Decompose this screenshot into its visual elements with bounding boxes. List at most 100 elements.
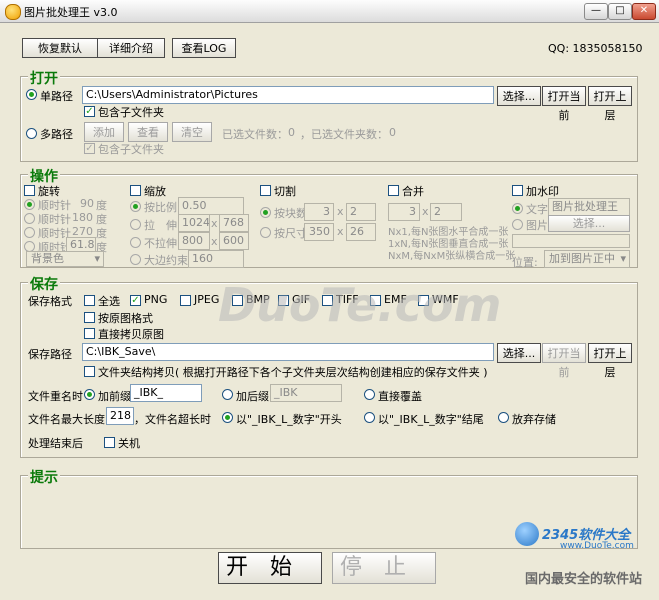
rotate-checkbox[interactable] [24, 185, 35, 196]
open-parent-button[interactable]: 打开上层 [588, 86, 632, 122]
too-long-label: ，文件名超长时 [134, 413, 211, 426]
app-icon [5, 4, 21, 20]
cut-size-a-input[interactable]: 350 [304, 223, 334, 241]
cut-blocks-radio[interactable] [260, 207, 271, 218]
clear-button[interactable]: 清空 [172, 122, 212, 142]
merge-label: 合并 [402, 185, 424, 198]
long-head-radio[interactable] [222, 412, 233, 423]
scale-ratio-radio[interactable] [130, 201, 141, 212]
scale-ratio-input[interactable]: 0.50 [178, 197, 244, 215]
details-button[interactable]: 详细介绍 [97, 38, 165, 58]
close-button[interactable]: ✕ [632, 3, 656, 20]
single-path-radio[interactable] [26, 89, 37, 100]
select-all-checkbox[interactable] [84, 295, 95, 306]
save-path-label: 保存路径 [28, 348, 72, 361]
watermark-position-select[interactable]: 加到图片正中 [544, 250, 630, 268]
cut-blocks-a-input[interactable]: 3 [304, 203, 334, 221]
maximize-button[interactable]: □ [608, 3, 632, 20]
prefix-radio[interactable] [84, 389, 95, 400]
suffix-radio[interactable] [222, 389, 233, 400]
view-button[interactable]: 查看 [128, 122, 168, 142]
rotate-270-radio[interactable] [24, 227, 35, 238]
multi-path-radio[interactable] [26, 128, 37, 139]
format-png-checkbox[interactable]: ✓ [130, 295, 141, 306]
merge-checkbox[interactable] [388, 185, 399, 196]
shutdown-checkbox[interactable] [104, 437, 115, 448]
restore-default-button[interactable]: 恢复默认 [22, 38, 98, 58]
rotate-90-radio[interactable] [24, 199, 35, 210]
max-side-radio[interactable] [130, 254, 141, 265]
qq-label: QQ: 1835058150 [548, 42, 643, 55]
watermark-image-radio[interactable] [512, 219, 523, 230]
open-choose-button[interactable]: 选择... [497, 86, 541, 106]
no-stretch-width-input[interactable]: 800 [178, 232, 210, 250]
max-side-input[interactable]: 160 [188, 250, 244, 268]
save-open-current-button[interactable]: 打开当前 [542, 343, 586, 379]
watermark-choose-button[interactable]: 选择... [548, 215, 630, 232]
stretch-radio[interactable] [130, 219, 141, 230]
watermark-text-radio[interactable] [512, 203, 523, 214]
no-stretch-height-input[interactable]: 600 [219, 232, 249, 250]
copy-original-checkbox[interactable] [84, 328, 95, 339]
start-button[interactable]: 开始 [218, 552, 322, 584]
max-length-input[interactable]: 218 [106, 407, 134, 425]
watermark-text-label: 文字 [526, 203, 548, 216]
after-process-label: 处理结束后 [28, 437, 83, 450]
save-format-label: 保存格式 [28, 295, 72, 308]
format-jpeg-checkbox[interactable] [180, 295, 191, 306]
long-tail-label: 以"_IBK_L_数字"结尾 [378, 413, 484, 426]
long-tail-radio[interactable] [364, 412, 375, 423]
chosen-files-count: 0 [288, 126, 295, 139]
include-subfolders-checkbox[interactable]: ✓ [84, 106, 95, 117]
open-path-input[interactable]: C:\Users\Administrator\Pictures [82, 86, 494, 104]
stretch-width-input[interactable]: 1024 [178, 214, 210, 232]
minimize-button[interactable]: — [584, 3, 608, 20]
merge-x: x [422, 205, 429, 218]
copy-original-label: 直接拷贝原图 [98, 328, 164, 341]
folder-structure-label: 文件夹结构拷贝( 根据打开路径下各个子文件夹层次结构创建相应的保存文件夹 ) [98, 366, 488, 379]
save-title: 保存 [28, 274, 60, 294]
save-open-parent-button[interactable]: 打开上层 [588, 343, 632, 379]
watermark-image-path-input[interactable] [512, 234, 630, 248]
background-color-select[interactable]: 背景色 [26, 251, 104, 267]
cut-size-radio[interactable] [260, 227, 271, 238]
add-button[interactable]: 添加 [84, 122, 124, 142]
chosen-dirs-count: 0 [389, 126, 396, 139]
single-path-label: 单路径 [40, 90, 73, 103]
save-choose-button[interactable]: 选择... [497, 343, 541, 363]
prefix-label: 加前缀 [98, 390, 131, 403]
cut-size-x: x [337, 225, 344, 238]
watermark-position-label: 位置: [512, 256, 538, 269]
keep-format-checkbox[interactable] [84, 312, 95, 323]
skip-save-label: 放弃存储 [512, 413, 556, 426]
hint-title: 提示 [28, 467, 60, 487]
rotate-180-value: 180 [72, 211, 93, 224]
cut-size-b-input[interactable]: 26 [346, 223, 376, 241]
merge-a-input[interactable]: 3 [388, 203, 420, 221]
scale-checkbox[interactable] [130, 185, 141, 196]
open-current-button[interactable]: 打开当前 [542, 86, 586, 122]
prefix-input[interactable]: _IBK_ [130, 384, 202, 402]
stop-button[interactable]: 停止 [332, 552, 436, 584]
no-stretch-radio[interactable] [130, 237, 141, 248]
watermark-text-input[interactable]: 图片批处理王 [548, 198, 630, 216]
folder-structure-checkbox[interactable] [84, 366, 95, 377]
select-all-label: 全选 [98, 295, 120, 308]
include-subfolders-multi-label: 包含子文件夹 [98, 143, 164, 156]
stretch-height-input[interactable]: 768 [219, 214, 249, 232]
rotate-custom-input[interactable]: 61.8 [66, 237, 96, 252]
suffix-input[interactable]: _IBK [270, 384, 342, 402]
rename-label: 文件重名时 [28, 390, 83, 403]
skip-save-radio[interactable] [498, 412, 509, 423]
cut-blocks-b-input[interactable]: 2 [346, 203, 376, 221]
cut-label: 切割 [274, 185, 296, 198]
merge-b-input[interactable]: 2 [430, 203, 462, 221]
save-path-input[interactable]: C:\IBK_Save\ [82, 343, 494, 361]
overwrite-radio[interactable] [364, 389, 375, 400]
rotate-180-radio[interactable] [24, 213, 35, 224]
watermark-checkbox[interactable] [512, 185, 523, 196]
site-watermark: DuoTe.com [218, 278, 502, 332]
cut-checkbox[interactable] [260, 185, 271, 196]
view-log-button[interactable]: 查看LOG [172, 38, 236, 58]
include-subfolders-multi-checkbox[interactable]: ✓ [84, 143, 95, 154]
